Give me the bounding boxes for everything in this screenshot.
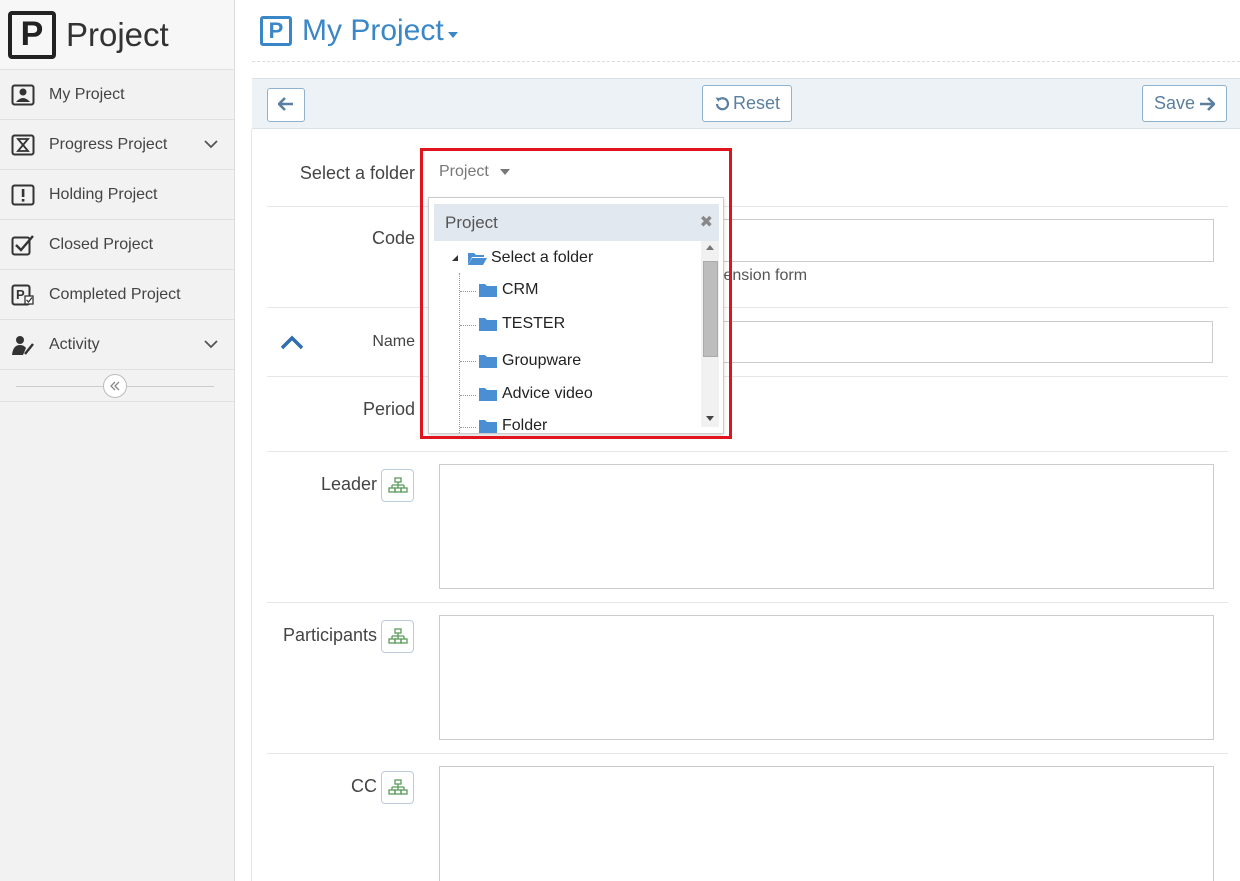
sidebar-item-completed-project[interactable]: P Completed Project	[0, 270, 234, 320]
sidebar: P Project My Project Progress Project Ho…	[0, 0, 235, 881]
reset-label: Reset	[732, 93, 781, 113]
org-chart-icon	[387, 778, 408, 797]
arrow-right-icon	[1199, 96, 1216, 111]
reset-button[interactable]: Reset	[702, 85, 792, 122]
sidebar-item-label: My Project	[49, 85, 125, 103]
brand-logo: P	[8, 10, 56, 59]
brand: P Project	[0, 0, 234, 70]
sidebar-item-label: Activity	[49, 335, 100, 353]
code-hint: tension form	[719, 267, 808, 284]
user-edit-icon	[10, 333, 36, 357]
page-title[interactable]: My Project	[302, 14, 444, 48]
toolbar: Reset Save	[252, 78, 1240, 129]
exclamation-box-icon	[10, 183, 36, 207]
undo-icon	[714, 96, 730, 112]
org-chart-icon	[387, 627, 408, 646]
participants-label: Participants	[282, 625, 377, 645]
check-box-icon	[10, 233, 36, 257]
project-logo-icon: P	[260, 15, 292, 46]
sidebar-item-progress-project[interactable]: Progress Project	[0, 120, 234, 170]
sidebar-item-label: Closed Project	[49, 235, 154, 253]
org-chart-button[interactable]	[381, 620, 414, 653]
double-chevron-left-icon[interactable]	[103, 374, 127, 398]
chevron-down-icon[interactable]	[204, 337, 218, 351]
code-label: Code	[371, 228, 415, 248]
project-check-icon: P	[10, 283, 36, 307]
name-label: Name	[372, 333, 415, 350]
org-chart-button[interactable]	[381, 771, 414, 804]
save-label: Save	[1153, 93, 1196, 113]
brand-title: Project	[66, 15, 169, 53]
sidebar-item-activity[interactable]: Activity	[0, 320, 234, 370]
sidebar-item-label: Completed Project	[49, 285, 181, 303]
sidebar-item-label: Holding Project	[49, 185, 158, 203]
caret-down-icon[interactable]	[447, 31, 458, 38]
chevron-up-icon[interactable]	[280, 334, 304, 355]
user-card-icon	[10, 83, 36, 107]
sidebar-collapse-row	[0, 370, 234, 402]
save-button[interactable]: Save	[1142, 85, 1227, 122]
folder-label: Select a folder	[299, 163, 415, 183]
cc-textarea[interactable]	[439, 766, 1214, 881]
org-chart-button[interactable]	[381, 469, 414, 502]
leader-label: Leader	[320, 474, 377, 494]
sidebar-item-my-project[interactable]: My Project	[0, 70, 234, 120]
form-panel-border	[251, 129, 252, 881]
participants-textarea[interactable]	[439, 615, 1214, 740]
svg-text:P: P	[16, 287, 25, 302]
leader-textarea[interactable]	[439, 464, 1214, 589]
page-header: P My Project	[252, 0, 1240, 62]
highlight-box	[420, 148, 732, 439]
back-button[interactable]	[267, 88, 305, 122]
sidebar-item-holding-project[interactable]: Holding Project	[0, 170, 234, 220]
sidebar-item-label: Progress Project	[49, 135, 168, 153]
sidebar-item-closed-project[interactable]: Closed Project	[0, 220, 234, 270]
chevron-down-icon[interactable]	[204, 137, 218, 151]
hourglass-icon	[10, 133, 36, 157]
org-chart-icon	[387, 476, 408, 495]
arrow-left-icon	[277, 95, 294, 116]
cc-label: CC	[351, 776, 377, 796]
period-label: Period	[362, 399, 415, 419]
